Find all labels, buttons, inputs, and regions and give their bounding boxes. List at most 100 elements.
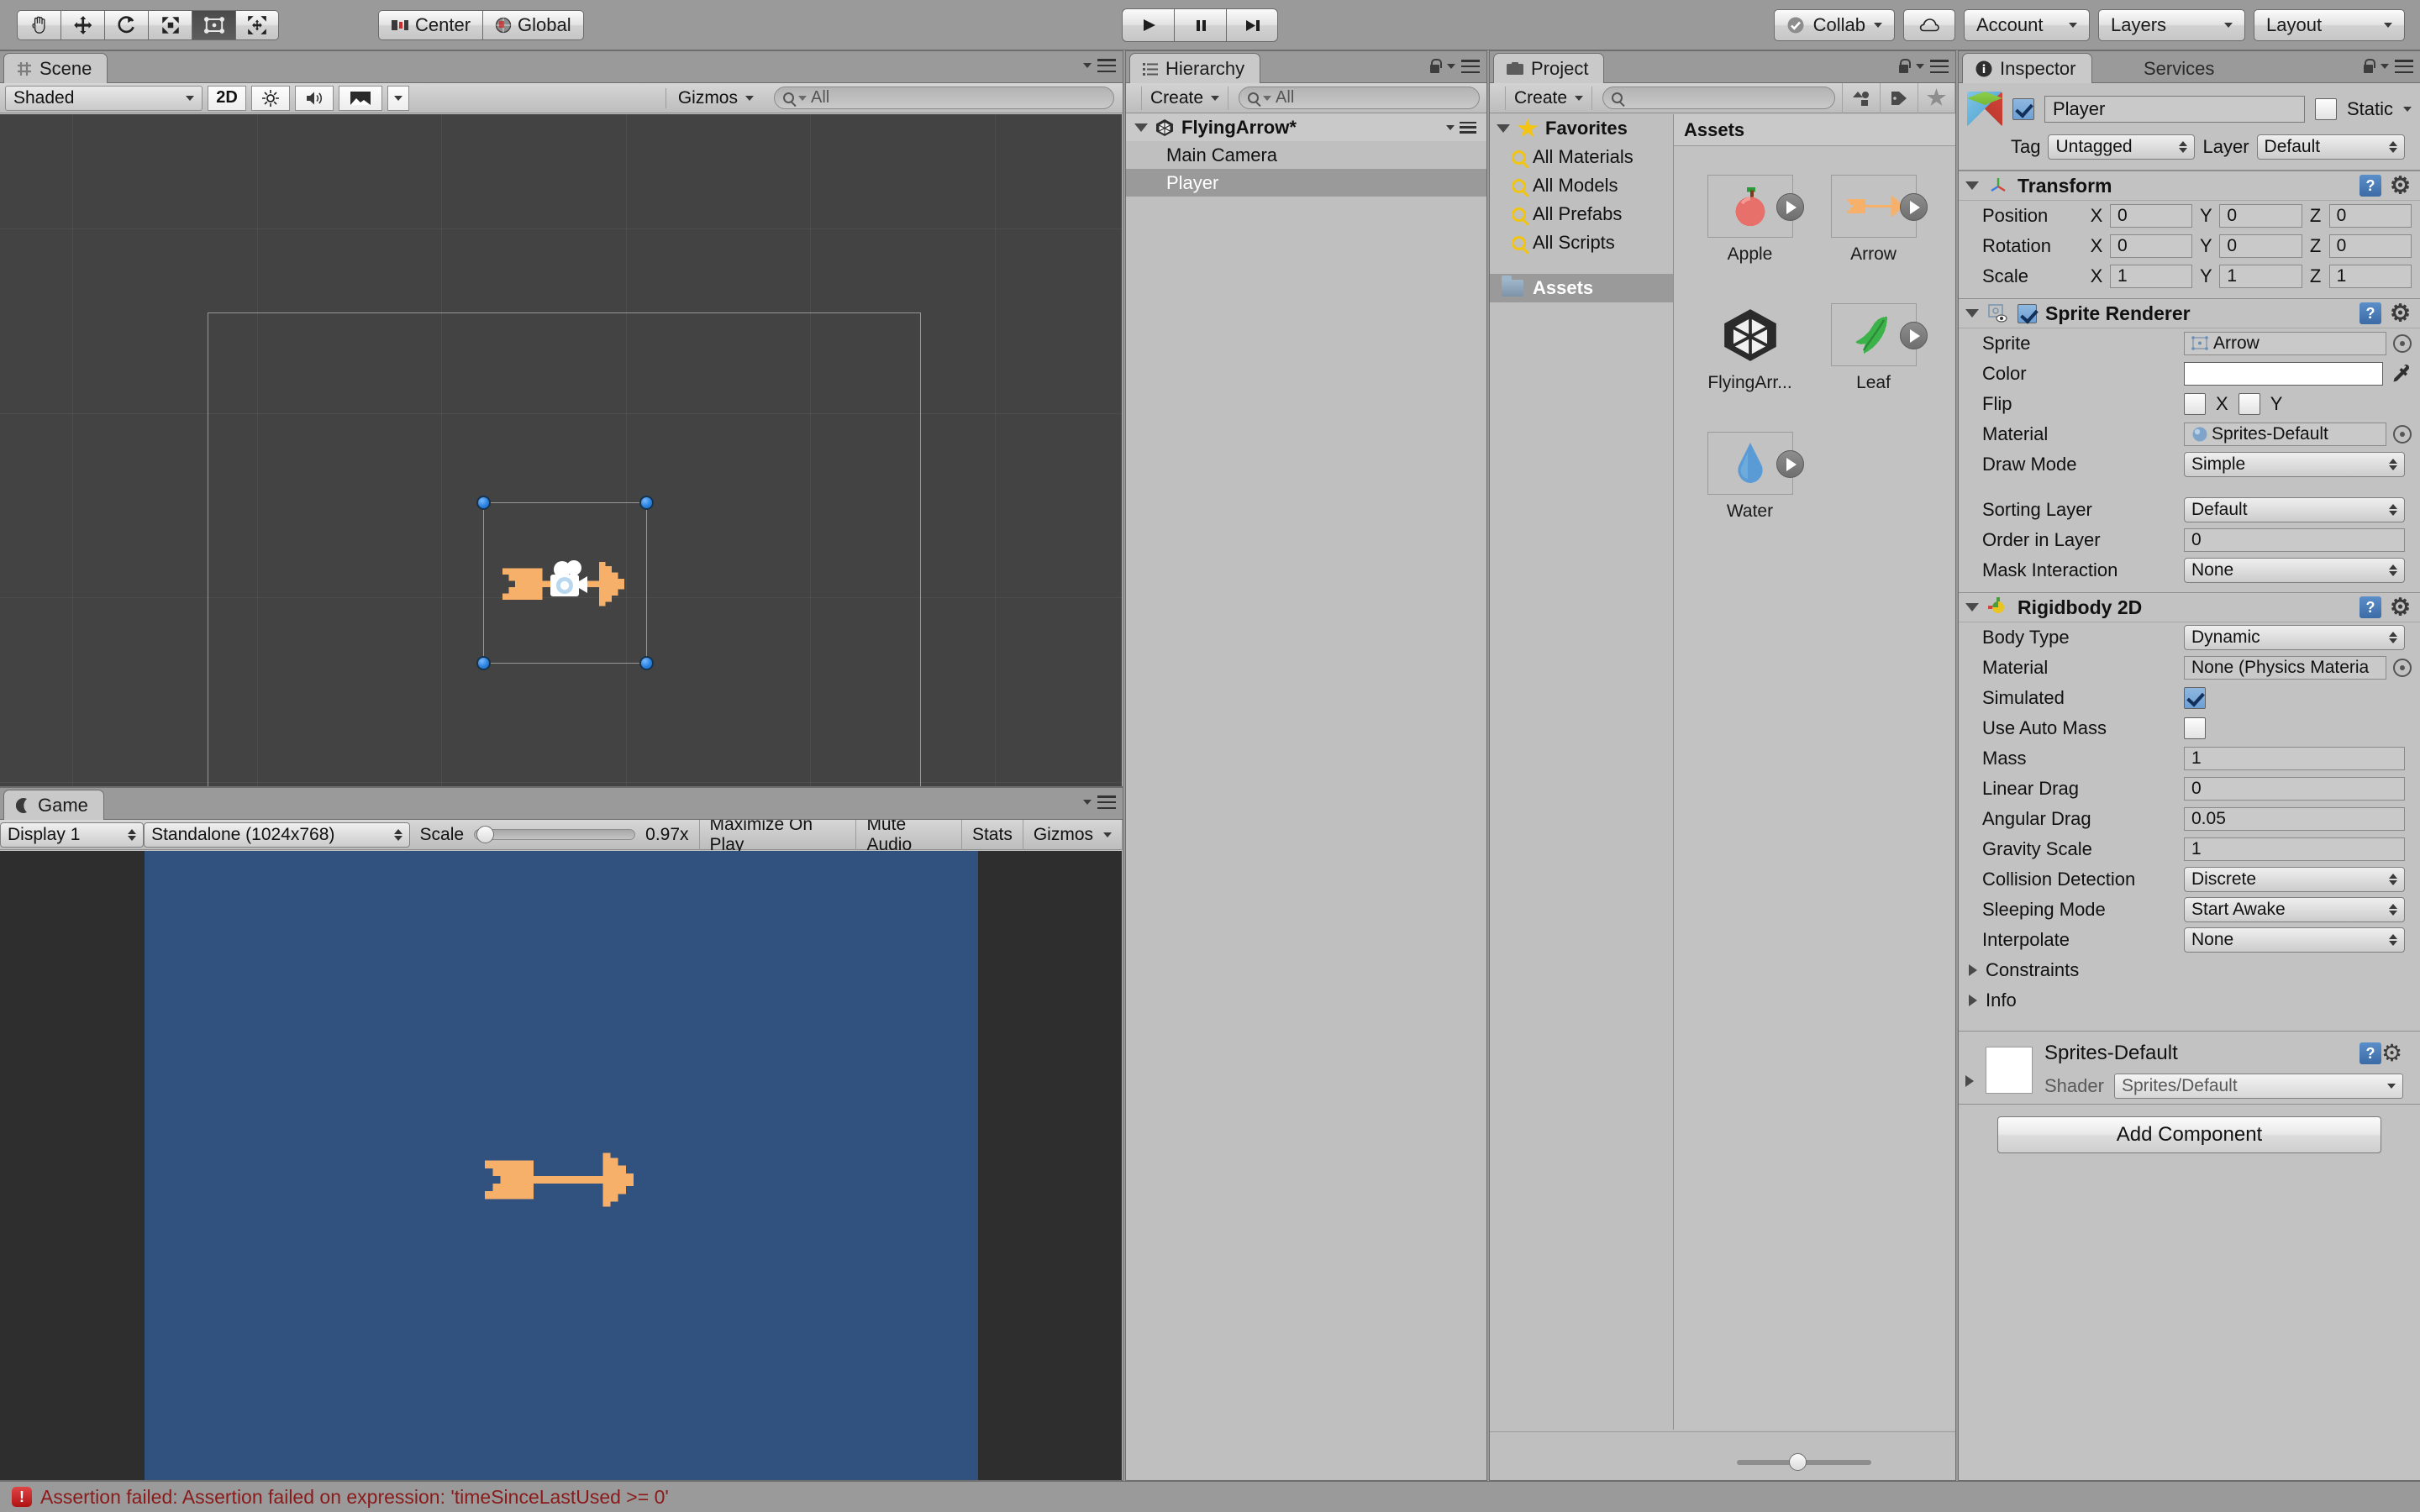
filter-favorites-button[interactable] [1918,82,1955,113]
menu-icon[interactable] [1097,795,1116,809]
toggle-2d-button[interactable]: 2D [208,85,246,111]
asset-preview-play-button[interactable] [1899,322,1928,349]
mask-interaction-dropdown[interactable]: None [2184,558,2405,583]
angular-drag-field[interactable]: 0.05 [2184,807,2405,831]
sorting-layer-dropdown[interactable]: Default [2184,497,2405,522]
rotate-tool-button[interactable] [104,10,148,40]
scale-slider-knob[interactable] [476,826,495,843]
project-tree-all-materials[interactable]: All Materials [1490,143,1673,171]
flip-x-checkbox[interactable] [2184,393,2206,415]
object-enabled-checkbox[interactable] [2012,98,2034,120]
scene-search-input[interactable]: All [774,87,1114,109]
display-dropdown[interactable]: Display 1 [0,822,145,848]
material-object-field[interactable]: Sprites-Default [2184,423,2386,446]
project-tree-all-scripts[interactable]: All Scripts [1490,228,1673,257]
asset-item-arrow[interactable]: Arrow [1812,175,1934,265]
stats-toggle[interactable]: Stats [962,819,1023,850]
eyedropper-icon[interactable] [2390,363,2412,385]
shader-dropdown[interactable]: Sprites/Default [2113,1074,2403,1099]
hierarchy-scene-row[interactable]: FlyingArrow* [1126,113,1486,141]
filter-by-type-button[interactable] [1842,82,1880,113]
scene-panel-tools[interactable] [1083,59,1116,72]
asset-zoom-slider[interactable] [1737,1453,1871,1471]
gear-icon[interactable] [2381,1042,2403,1064]
use-auto-mass-checkbox[interactable] [2184,717,2206,739]
tab-services[interactable]: Services [2131,53,2230,83]
help-icon[interactable]: ? [2360,302,2381,324]
asset-item-water[interactable]: Water [1689,432,1811,522]
project-tree-all-prefabs[interactable]: All Prefabs [1490,200,1673,228]
scale-slider-group[interactable]: Scale 0.97x [410,819,700,850]
filter-by-label-button[interactable] [1880,82,1918,113]
shading-mode-dropdown[interactable]: Shaded [5,85,203,111]
asset-zoom-knob[interactable] [1789,1453,1807,1471]
body-type-dropdown[interactable]: Dynamic [2184,625,2405,650]
color-swatch-field[interactable] [2184,362,2383,386]
menu-icon[interactable] [1097,59,1116,72]
hierarchy-create-button[interactable]: Create [1141,86,1229,110]
interpolate-dropdown[interactable]: None [2184,927,2405,953]
order-in-layer-field[interactable]: 0 [2184,528,2405,552]
sprite-picker-icon[interactable] [2393,334,2412,353]
project-tree-favorites[interactable]: Favorites [1490,114,1673,143]
resize-handle-tr[interactable] [639,496,654,510]
rotation-x-field[interactable]: 0 [2110,234,2193,258]
layout-button[interactable]: Layout [2254,9,2405,41]
layer-dropdown[interactable]: Default [2256,134,2405,160]
scale-x-field[interactable]: 1 [2110,265,2193,288]
pivot-global-button[interactable]: Global [482,10,584,40]
linear-drag-field[interactable]: 0 [2184,777,2405,801]
scene-audio-button[interactable] [295,85,334,111]
hierarchy-search-input[interactable]: All [1239,87,1480,109]
add-component-button[interactable]: Add Component [1997,1116,2381,1153]
chevron-down-icon[interactable] [2403,107,2412,112]
triangle-right-icon[interactable] [1965,1075,1974,1087]
asset-item-apple[interactable]: Apple [1689,175,1811,265]
tab-scene[interactable]: Scene [3,53,108,83]
static-checkbox[interactable] [2314,98,2337,120]
pause-button[interactable] [1174,8,1226,42]
scene-lighting-button[interactable] [251,85,290,111]
triangle-down-icon[interactable] [1965,181,1979,190]
asset-item-flyingarrow-scene[interactable]: FlyingArr... [1689,303,1811,393]
rb-material-object-field[interactable]: None (Physics Materia [2184,656,2386,680]
scene-viewport[interactable] [0,114,1122,786]
hierarchy-item-player[interactable]: Player [1126,169,1486,197]
resize-handle-tl[interactable] [476,496,491,510]
resize-handle-bl[interactable] [476,656,491,670]
tab-hierarchy[interactable]: Hierarchy [1129,53,1261,83]
tab-game[interactable]: Game [3,790,104,820]
component-header-sprite-renderer[interactable]: Sprite Renderer ? [1959,298,2420,328]
gear-icon[interactable] [2390,596,2412,618]
material-picker-icon[interactable] [2393,425,2412,444]
info-foldout[interactable]: Info [1959,985,2420,1016]
scale-z-field[interactable]: 1 [2328,265,2412,288]
position-z-field[interactable]: 0 [2328,204,2412,228]
resolution-dropdown[interactable]: Standalone (1024x768) [144,822,410,848]
step-button[interactable] [1226,8,1278,42]
simulated-checkbox[interactable] [2184,687,2206,709]
tab-project[interactable]: Project [1493,53,1605,83]
hand-tool-button[interactable] [17,10,60,40]
constraints-foldout[interactable]: Constraints [1959,955,2420,985]
asset-preview-play-button[interactable] [1899,193,1928,221]
collision-detection-dropdown[interactable]: Discrete [2184,867,2405,892]
move-tool-button[interactable] [60,10,104,40]
account-button[interactable]: Account [1964,9,2090,41]
hierarchy-panel-tools[interactable] [1428,59,1480,74]
status-bar[interactable]: ! Assertion failed: Assertion failed on … [0,1481,2420,1512]
flip-y-checkbox[interactable] [2238,393,2260,415]
play-button[interactable] [1122,8,1174,42]
hierarchy-item-main-camera[interactable]: Main Camera [1126,141,1486,169]
scene-fx-button[interactable] [339,85,382,111]
position-y-field[interactable]: 0 [2219,204,2302,228]
pivot-center-button[interactable]: Center [378,10,483,40]
gear-icon[interactable] [2390,175,2412,197]
asset-item-leaf[interactable]: Leaf [1812,303,1934,393]
asset-preview-play-button[interactable] [1776,193,1804,221]
mass-field[interactable]: 1 [2184,747,2405,770]
triangle-down-icon[interactable] [1965,309,1979,318]
triangle-down-icon[interactable] [1497,124,1510,133]
lock-icon[interactable] [1428,59,1442,74]
project-search-input[interactable] [1602,87,1835,109]
